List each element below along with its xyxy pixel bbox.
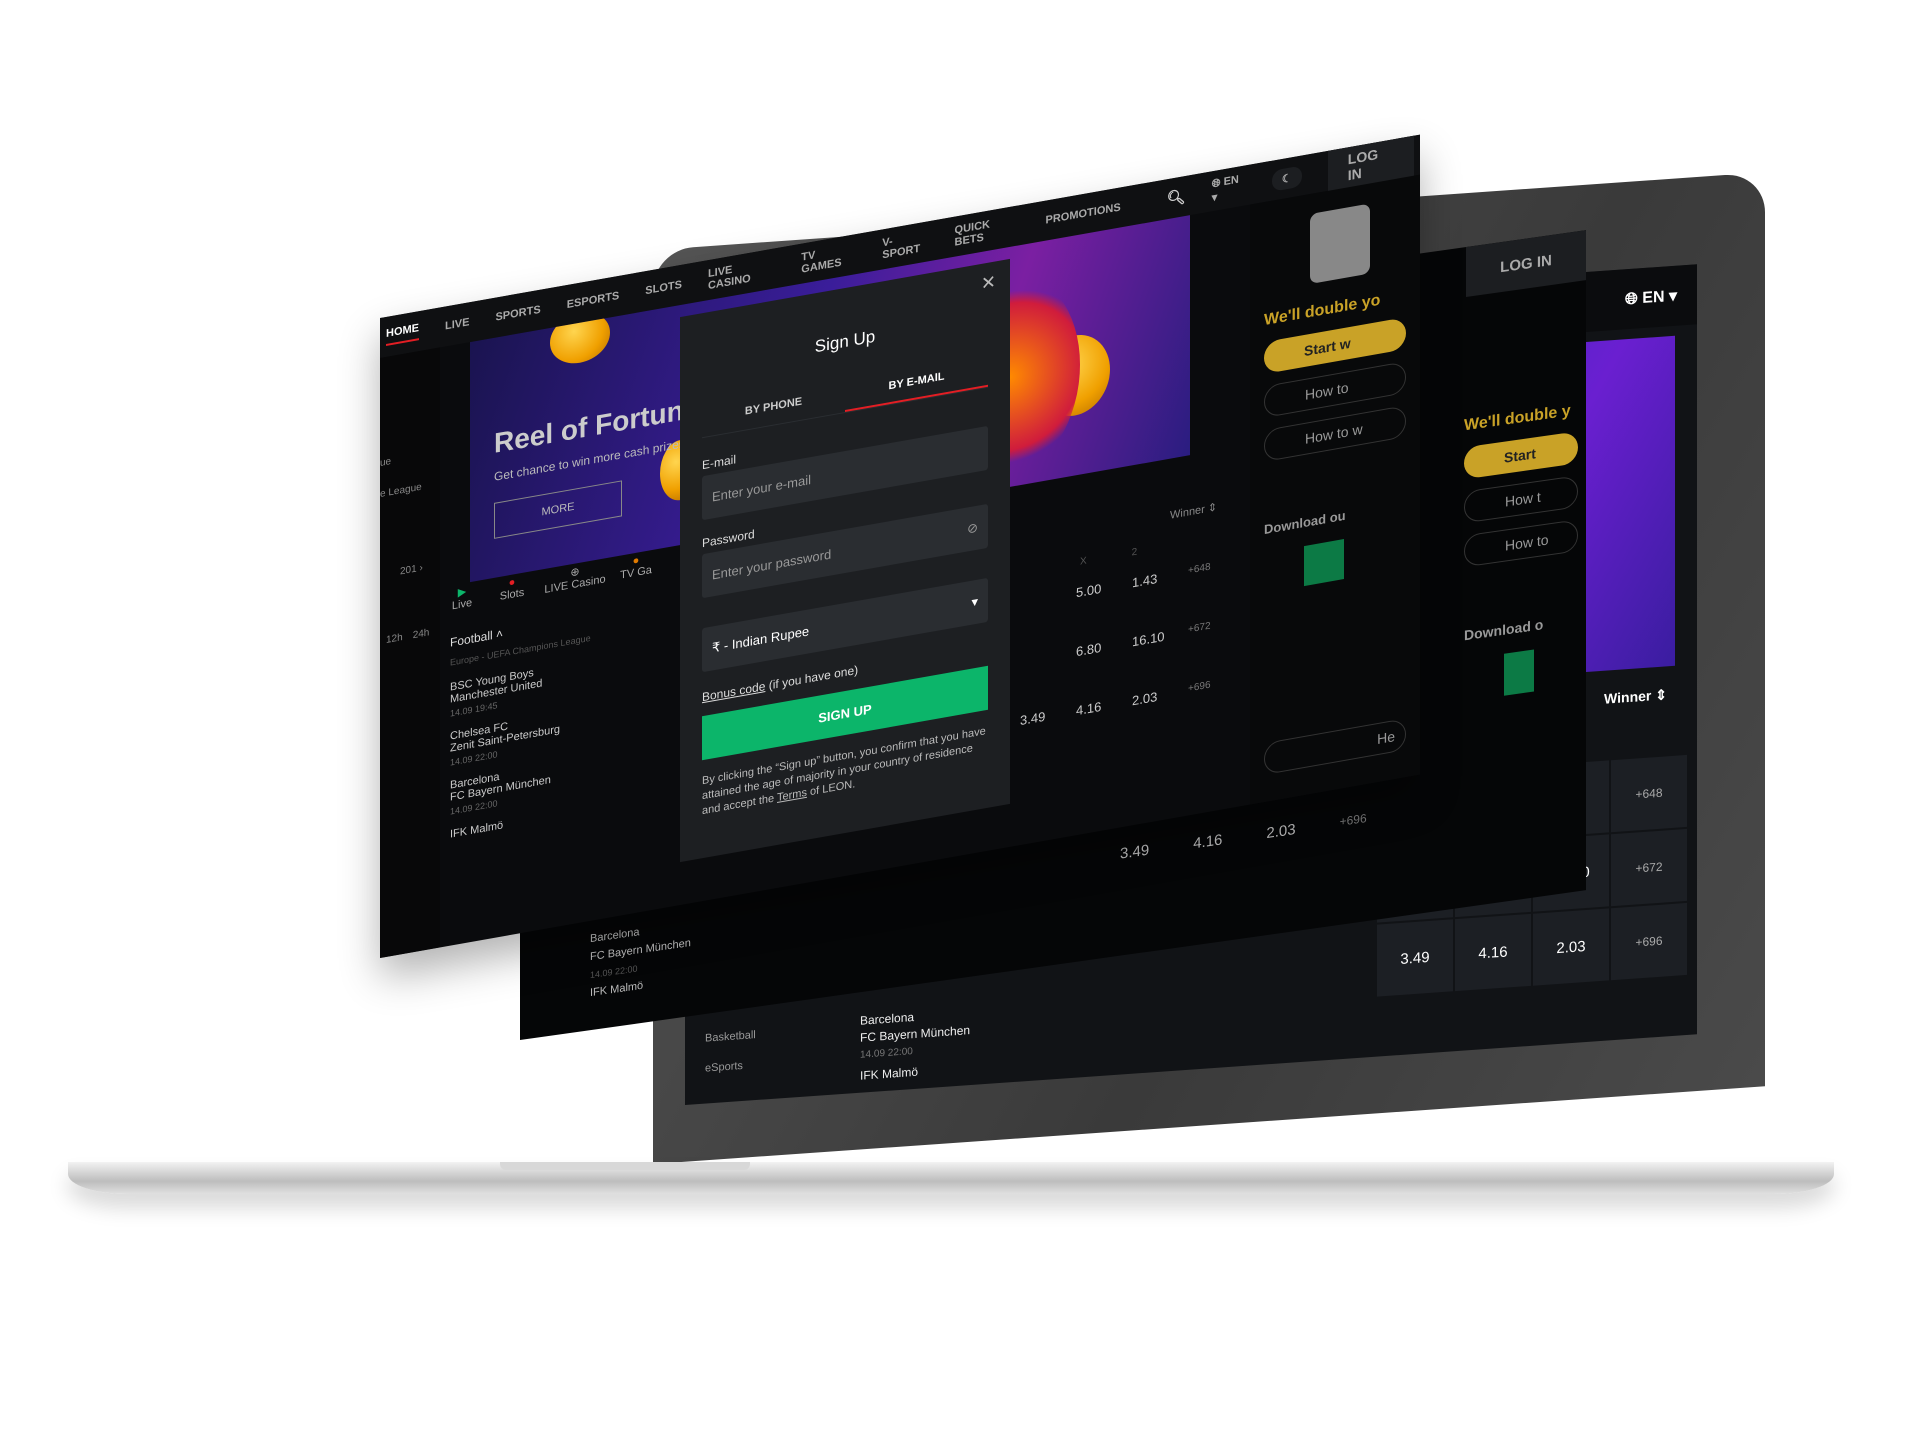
odds-cell[interactable]: 5.00 bbox=[1076, 575, 1132, 600]
promo-how-button[interactable]: How t bbox=[1464, 475, 1578, 524]
laptop-match[interactable]: Barcelona FC Bayern München 14.09 22:00 … bbox=[860, 1005, 970, 1085]
signup-modal: ✕ Sign Up BY PHONE BY E-MAIL E-mail Ente… bbox=[680, 258, 1010, 863]
promo-how-button[interactable]: How to bbox=[1464, 519, 1578, 568]
laptop-sport-list: Basketball eSports bbox=[705, 1020, 756, 1084]
league-item[interactable]: ue bbox=[380, 447, 440, 469]
odds-cell[interactable]: 1.43 bbox=[1132, 566, 1188, 590]
bonus-code-link[interactable]: Bonus code bbox=[702, 679, 765, 704]
laptop-base bbox=[68, 1162, 1834, 1194]
winner-sort[interactable]: Winner ⇕ bbox=[1170, 500, 1217, 521]
odds-cell[interactable]: 3.49 bbox=[1377, 919, 1453, 997]
language-label: EN bbox=[1223, 173, 1239, 189]
eye-slash-icon[interactable]: ⊘ bbox=[967, 520, 978, 538]
match-list: Football ˄ Europe - UEFA Champions Leagu… bbox=[440, 597, 670, 849]
odds-grid: 5.00 1.43 +648 6.80 16.10 +672 3.49 4.16 2.03 +… bbox=[1020, 556, 1244, 729]
close-icon[interactable]: ✕ bbox=[981, 271, 996, 295]
left-sidebar: ue e League 201 › 12h 24h bbox=[380, 347, 440, 958]
language-selector[interactable]: 🌐︎ EN ▾ bbox=[1212, 172, 1246, 205]
nav-home[interactable]: HOME bbox=[386, 322, 419, 346]
odds-cell[interactable]: 2.03 bbox=[1266, 821, 1295, 842]
more-markets[interactable]: +648 bbox=[1611, 754, 1687, 833]
period-12h[interactable]: 12h bbox=[386, 632, 403, 646]
sport-item[interactable]: Basketball bbox=[705, 1020, 756, 1054]
promo-sidebar: We'll double yo Start w How to How to w … bbox=[1250, 174, 1420, 805]
more-markets[interactable]: +696 bbox=[1188, 674, 1244, 699]
nav-quick-bets[interactable]: QUICK BETS bbox=[955, 213, 1020, 248]
category-tv-games[interactable]: ● TV Ga bbox=[616, 551, 656, 583]
promo-sidebar: We'll double y Start How t How to Downlo… bbox=[1456, 290, 1586, 828]
count-link[interactable]: 201 › bbox=[380, 559, 440, 581]
nav-slots[interactable]: SLOTS bbox=[645, 279, 682, 297]
odds-cell[interactable]: 4.16 bbox=[1076, 693, 1132, 718]
winner-sort[interactable]: Winner ⇕ bbox=[1604, 686, 1667, 707]
language-selector[interactable]: 🌐︎ EN ▾ bbox=[1625, 286, 1677, 310]
theme-toggle-moon-icon[interactable]: ☾ bbox=[1271, 164, 1302, 192]
odds-cell[interactable]: 4.16 bbox=[1455, 913, 1531, 992]
promo-start-button[interactable]: Start bbox=[1464, 431, 1578, 480]
more-markets[interactable]: +672 bbox=[1188, 615, 1244, 640]
nav-sports[interactable]: SPORTS bbox=[495, 304, 540, 324]
more-markets[interactable]: +696 bbox=[1340, 811, 1367, 832]
terms-link[interactable]: Terms bbox=[777, 787, 807, 804]
sport-item[interactable]: eSports bbox=[705, 1050, 756, 1084]
league-item[interactable]: e League bbox=[380, 478, 440, 500]
tab-by-phone[interactable]: BY PHONE bbox=[702, 378, 845, 437]
nav-live-casino[interactable]: LIVE CASINO bbox=[708, 256, 775, 292]
odds-cell[interactable]: 2.03 bbox=[1132, 684, 1188, 708]
category-live[interactable]: ▶ Live bbox=[440, 582, 484, 615]
android-download-button[interactable] bbox=[1304, 539, 1344, 587]
search-icon[interactable]: 🔍︎ bbox=[1167, 187, 1186, 208]
laptop-notch bbox=[500, 1162, 750, 1170]
chevron-down-icon: ▾ bbox=[971, 593, 978, 610]
download-label: Download o bbox=[1464, 616, 1544, 644]
period-24h[interactable]: 24h bbox=[413, 627, 430, 641]
second-match[interactable]: Barcelona FC Bayern München 14.09 22:00 … bbox=[590, 916, 691, 1002]
nav-live[interactable]: LIVE bbox=[445, 316, 469, 332]
download-label: Download ou bbox=[1264, 507, 1346, 538]
more-markets[interactable]: +672 bbox=[1611, 828, 1687, 907]
language-label: EN bbox=[1642, 288, 1665, 308]
banner-more-button[interactable]: MORE bbox=[494, 480, 622, 539]
odds-columns: X2 bbox=[1080, 546, 1138, 568]
nav-tv-games[interactable]: TV GAMES bbox=[801, 242, 856, 275]
promo-headline: We'll double y bbox=[1464, 402, 1571, 435]
android-download-button[interactable] bbox=[1504, 649, 1534, 696]
more-markets[interactable]: +648 bbox=[1188, 556, 1244, 581]
odds-cell[interactable]: 6.80 bbox=[1076, 634, 1132, 659]
odds-cell[interactable]: 16.10 bbox=[1132, 625, 1188, 650]
nav-v-sport[interactable]: V-SPORT bbox=[882, 229, 928, 262]
more-markets[interactable]: +696 bbox=[1611, 902, 1687, 981]
odds-cell[interactable]: 3.49 bbox=[1120, 842, 1149, 863]
wallet-ball-icon bbox=[1310, 203, 1370, 285]
category-slots[interactable]: ● Slots bbox=[490, 573, 534, 606]
nav-promotions[interactable]: PROMOTIONS bbox=[1046, 201, 1121, 226]
period-filter: 12h 24h bbox=[380, 625, 440, 647]
odds-cell[interactable]: 4.16 bbox=[1193, 831, 1222, 852]
tab-by-email[interactable]: BY E-MAIL bbox=[845, 352, 988, 413]
odds-cell[interactable]: 2.03 bbox=[1533, 908, 1609, 986]
team-home: IFK Malmö bbox=[860, 1064, 919, 1083]
help-button[interactable]: He bbox=[1264, 718, 1406, 776]
odds-cell[interactable]: 3.49 bbox=[1020, 703, 1076, 728]
nav-esports[interactable]: ESPORTS bbox=[567, 290, 620, 311]
